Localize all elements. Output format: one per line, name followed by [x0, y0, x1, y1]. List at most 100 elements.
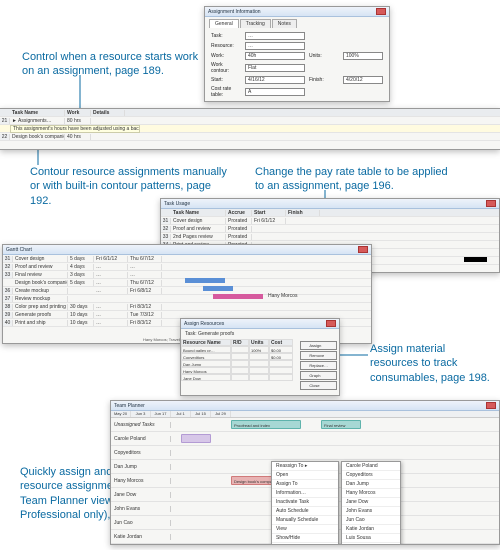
close-icon[interactable]	[486, 402, 496, 409]
menu-item[interactable]: Select All Assignments on this Task	[272, 543, 338, 545]
replace-button[interactable]: Replace…	[300, 361, 337, 370]
graph-button[interactable]: Graph	[300, 371, 337, 380]
grid-header: Task Name AccrueStartFinish	[161, 209, 499, 217]
rate-field[interactable]: A	[245, 88, 305, 96]
task-label: Task: Generate proofs	[181, 329, 339, 339]
submenu-reassign[interactable]: Carole PolandCopyeditorsDan JumpHany Mor…	[341, 461, 401, 545]
finish-field[interactable]: 4/20/12	[343, 76, 383, 84]
callout-material: Assign material resources to track consu…	[370, 342, 490, 385]
task-field[interactable]: …	[245, 32, 305, 40]
menu-item[interactable]: Carole Poland	[342, 462, 400, 471]
tab-notes[interactable]: Notes	[272, 19, 297, 28]
table-row[interactable]: 31Cover designProratedFri 6/1/12	[161, 217, 499, 225]
tooltip-row: This assignment's hours have been adjust…	[0, 125, 500, 133]
work-field[interactable]: 40h	[245, 52, 305, 60]
task-label: Task:	[211, 33, 241, 39]
tab-general[interactable]: General	[209, 19, 239, 28]
cell[interactable]	[269, 367, 293, 374]
cell[interactable]	[269, 374, 293, 381]
task-block[interactable]: Proofread and index	[231, 420, 301, 429]
table-row[interactable]: 332nd Pages reviewProrated	[161, 233, 499, 241]
menu-item[interactable]: John Evans	[342, 507, 400, 516]
menu-item[interactable]: Jun Cao	[342, 516, 400, 525]
table-row[interactable]: 32Proof and review4 days……	[3, 263, 371, 271]
cell[interactable]	[249, 374, 269, 381]
close-icon[interactable]	[486, 200, 496, 207]
cell[interactable]	[249, 367, 269, 374]
task-block[interactable]	[181, 434, 211, 443]
table-row[interactable]: 31Cover design5 daysFri 6/1/12Thu 6/7/12	[3, 255, 371, 263]
gantt-bars: Hany Morcos	[183, 275, 363, 299]
units-label: Units:	[309, 53, 339, 59]
resource-row[interactable]: Carole Poland	[111, 432, 499, 446]
menu-item[interactable]: View	[272, 525, 338, 534]
cell[interactable]	[231, 360, 249, 367]
cell[interactable]	[231, 367, 249, 374]
callout-pay-rate: Change the pay rate table to be applied …	[255, 165, 455, 194]
dialog-titlebar: Assignment Information	[205, 7, 389, 17]
tab-strip: General Tracking Notes	[205, 17, 389, 28]
cell[interactable]: Dan Jump	[181, 360, 231, 367]
resource-field[interactable]: …	[245, 42, 305, 50]
table-row[interactable]: 22 Design book's companion website 40 hr…	[0, 133, 500, 141]
cell[interactable]: Jane Dow	[181, 374, 231, 381]
menu-item[interactable]: Information…	[272, 489, 338, 498]
cell[interactable]: $0.00	[269, 353, 293, 360]
menu-item[interactable]: Dan Jump	[342, 480, 400, 489]
cell[interactable]: Hany Morcos	[181, 367, 231, 374]
resource-row[interactable]: Copyeditors	[111, 446, 499, 460]
finish-label: Finish:	[309, 77, 339, 83]
start-label: Start:	[211, 77, 241, 83]
menu-item[interactable]: Katie Jordan	[342, 525, 400, 534]
data-marker	[469, 257, 487, 262]
cell[interactable]	[269, 360, 293, 367]
context-menu[interactable]: Reassign To ▸OpenAssign ToInformation…In…	[271, 461, 339, 545]
close-icon[interactable]	[358, 246, 368, 253]
cell[interactable]: 100%	[249, 346, 269, 353]
work-label: Work:	[211, 53, 241, 59]
menu-item[interactable]: Inactivate Task	[272, 498, 338, 507]
menu-item[interactable]: Reassign To ▸	[272, 462, 338, 471]
menu-item[interactable]: Hany Morcos	[342, 489, 400, 498]
cell[interactable]	[249, 353, 269, 360]
cell[interactable]	[249, 360, 269, 367]
menu-item[interactable]: Manually Schedule	[272, 516, 338, 525]
cell[interactable]	[231, 353, 249, 360]
rate-label: Cost rate table:	[211, 86, 241, 98]
cell[interactable]	[231, 346, 249, 353]
menu-item[interactable]: Open	[272, 471, 338, 480]
assign-button[interactable]: Assign	[300, 341, 337, 350]
contour-field[interactable]: Flat	[245, 64, 305, 72]
start-field[interactable]: 4/16/12	[245, 76, 305, 84]
menu-item[interactable]: William Flash	[342, 543, 400, 545]
menu-item[interactable]: Auto Schedule	[272, 507, 338, 516]
dialog-assign-resources: Assign Resources Task: Generate proofs R…	[180, 318, 340, 396]
menu-item[interactable]: Luis Sousa	[342, 534, 400, 543]
remove-button[interactable]: Remove	[300, 351, 337, 360]
table-row[interactable]: 32Proof and reviewProrated	[161, 225, 499, 233]
window-titlebar: Task Usage	[161, 199, 499, 209]
menu-item[interactable]: Copyeditors	[342, 471, 400, 480]
tab-tracking[interactable]: Tracking	[240, 19, 271, 28]
cell[interactable]: $0.00	[269, 346, 293, 353]
dialog-title: Assign Resources	[184, 321, 224, 327]
close-button[interactable]: Close	[300, 381, 337, 390]
menu-item[interactable]: Assign To	[272, 480, 338, 489]
resource-label: Resource:	[211, 43, 241, 49]
menu-item[interactable]: Jane Dow	[342, 498, 400, 507]
contour-label: Work contour:	[211, 62, 241, 74]
unassigned-row: Unassigned Tasks Proofread and index Fin…	[111, 418, 499, 432]
task-block[interactable]: Final review	[321, 420, 361, 429]
dialog-assignment-info: Assignment Information General Tracking …	[204, 6, 390, 102]
units-field[interactable]: 100%	[343, 52, 383, 60]
close-icon[interactable]	[376, 8, 386, 15]
close-icon[interactable]	[326, 320, 336, 327]
grid-header: Task NameWork Details	[0, 109, 500, 117]
timeline: May 20Jun 3Jun 17Jul 1Jul 15Jul 29	[111, 411, 499, 418]
table-row[interactable]: 38Color prep and printing30 days…Fri 8/3…	[3, 303, 371, 311]
bar-resource-label: Hany Morcos	[268, 293, 363, 299]
cell[interactable]: Bound galley pr…	[181, 346, 231, 353]
cell[interactable]: Copyeditors	[181, 353, 231, 360]
cell[interactable]	[231, 374, 249, 381]
menu-item[interactable]: Show/Hide	[272, 534, 338, 543]
